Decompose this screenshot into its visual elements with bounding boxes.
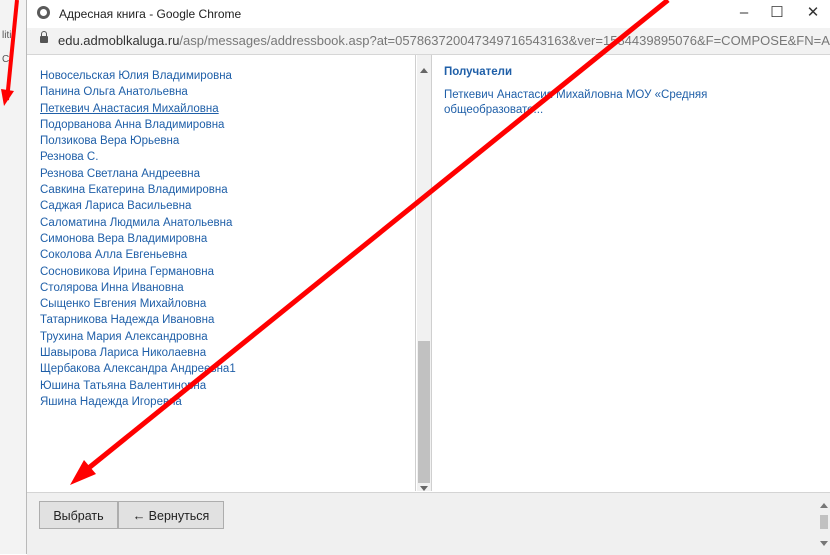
contacts-scrollbar[interactable] — [417, 55, 432, 491]
contact-item[interactable]: Соколова Алла Евгеньевна — [40, 247, 236, 263]
contact-item[interactable]: Петкевич Анастасия Михайловна — [40, 101, 236, 117]
contact-item[interactable]: Сосновикова Ирина Германовна — [40, 264, 236, 280]
globe-icon — [37, 6, 50, 19]
scroll-down-icon[interactable] — [420, 486, 428, 491]
contact-item[interactable]: Шавырова Лариса Николаевна — [40, 345, 236, 361]
contact-item[interactable]: Юшина Татьяна Валентиновна — [40, 378, 236, 394]
scroll-thumb[interactable] — [418, 341, 430, 483]
contact-item[interactable]: Сыщенко Евгения Михайловна — [40, 296, 236, 312]
recipients-pane: Получатели Петкевич Анастасия Михайловна… — [444, 66, 824, 118]
contact-item[interactable]: Симонова Вера Владимировна — [40, 231, 236, 247]
contact-item[interactable]: Саломатина Людмила Анатольевна — [40, 215, 236, 231]
dialog-footer: Выбрать ← Вернуться — [27, 492, 830, 555]
choose-button[interactable]: Выбрать — [39, 501, 118, 529]
url-text[interactable]: edu.admoblkaluga.ru/asp/messages/address… — [58, 33, 830, 48]
address-book-window: Адресная книга - Google Chrome – ☐ ✕ edu… — [26, 0, 830, 555]
window-title: Адресная книга - Google Chrome — [59, 7, 242, 21]
close-button[interactable]: ✕ — [803, 4, 823, 22]
address-bar[interactable]: edu.admoblkaluga.ru/asp/messages/address… — [27, 28, 830, 55]
scroll-up-icon[interactable] — [420, 68, 428, 73]
contact-item[interactable]: Новосельская Юлия Владимировна — [40, 68, 236, 84]
scroll-up-icon[interactable] — [820, 503, 828, 508]
contact-item[interactable]: Панина Ольга Анатольевна — [40, 84, 236, 100]
maximize-button[interactable]: ☐ — [767, 4, 787, 22]
background-text-fragment: C — [2, 54, 10, 65]
contact-item[interactable]: Трухина Мария Александровна — [40, 329, 236, 345]
lock-icon — [40, 31, 48, 43]
contact-item[interactable]: Резнова С. — [40, 149, 236, 165]
contact-item[interactable]: Савкина Екатерина Владимировна — [40, 182, 236, 198]
minimize-button[interactable]: – — [734, 4, 754, 22]
url-path: /asp/messages/addressbook.asp?at=0578637… — [179, 33, 830, 48]
contact-item[interactable]: Столярова Инна Ивановна — [40, 280, 236, 296]
arrow-left-icon: ← — [132, 508, 146, 523]
contact-item[interactable]: Щербакова Александра Андреевна1 — [40, 361, 236, 377]
contact-item[interactable]: Яшина Надежда Игоревна — [40, 394, 236, 410]
scroll-down-icon[interactable] — [820, 541, 828, 546]
dialog-content: Новосельская Юлия Владимировна Панина Оль… — [27, 55, 830, 495]
contact-item[interactable]: Ползикова Вера Юрьевна — [40, 133, 236, 149]
footer-scrollbar[interactable] — [819, 493, 829, 555]
contacts-list: Новосельская Юлия Владимировна Панина Оль… — [40, 68, 236, 410]
url-host: edu.admoblkaluga.ru — [58, 33, 180, 48]
recipient-item[interactable]: Петкевич Анастасия Михайловна МОУ «Средн… — [444, 88, 744, 118]
contact-item[interactable]: Татарникова Надежда Ивановна — [40, 312, 236, 328]
back-button[interactable]: ← Вернуться — [118, 501, 224, 529]
scroll-thumb[interactable] — [820, 515, 828, 529]
contact-item[interactable]: Резнова Светлана Андреевна — [40, 166, 236, 182]
contacts-pane: Новосельская Юлия Владимировна Панина Оль… — [27, 55, 416, 491]
contact-item[interactable]: Подорванова Анна Владимировна — [40, 117, 236, 133]
back-button-label: Вернуться — [148, 509, 210, 523]
background-window-strip: liti C — [0, 0, 27, 554]
background-text-fragment: liti — [2, 30, 12, 41]
title-bar: Адресная книга - Google Chrome – ☐ ✕ — [27, 0, 830, 29]
contact-item[interactable]: Саджая Лариса Васильевна — [40, 198, 236, 214]
recipients-header: Получатели — [444, 66, 513, 78]
